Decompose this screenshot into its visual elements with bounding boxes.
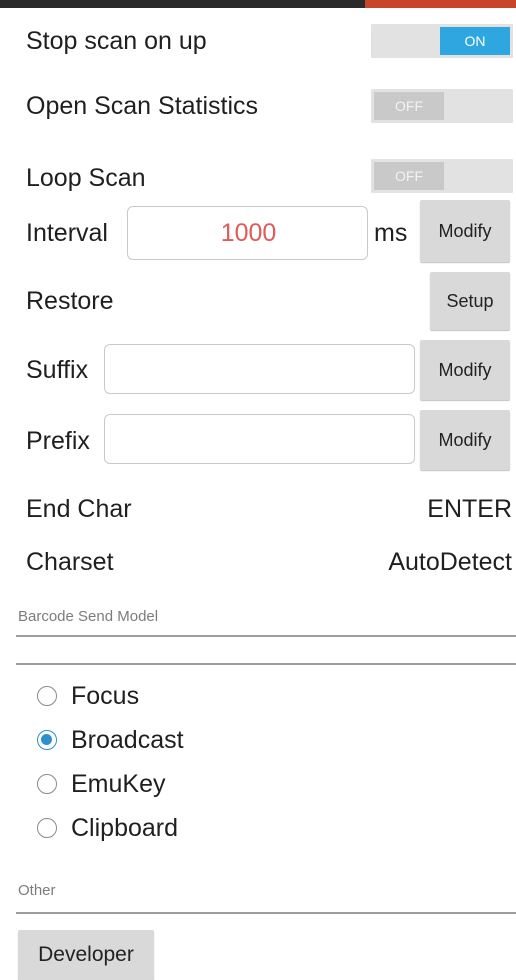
prefix-modify-button[interactable]: Modify (420, 410, 510, 470)
interval-value: 1000 (220, 219, 277, 247)
radio-label: EmuKey (71, 769, 166, 798)
toggle-state: OFF (374, 162, 444, 190)
section-divider (16, 635, 516, 637)
loop-scan-label: Loop Scan (26, 164, 146, 192)
stop-scan-on-up-label: Stop scan on up (26, 27, 207, 55)
toggle-state: ON (440, 27, 510, 55)
suffix-input[interactable] (104, 344, 415, 394)
restore-setup-button[interactable]: Setup (430, 272, 510, 330)
interval-unit: ms (374, 219, 408, 247)
radio-option-emukey[interactable]: EmuKey (37, 762, 437, 806)
toggle-state: OFF (374, 92, 444, 120)
radio-label: Broadcast (71, 725, 184, 754)
section-divider (16, 912, 516, 914)
radio-button[interactable] (37, 686, 57, 706)
open-scan-statistics-label: Open Scan Statistics (26, 92, 259, 120)
open-scan-statistics-toggle[interactable]: OFF (371, 89, 513, 123)
radio-button[interactable] (37, 774, 57, 794)
restore-label: Restore (26, 287, 114, 315)
radio-option-broadcast[interactable]: Broadcast (37, 718, 437, 762)
radio-label: Clipboard (71, 813, 179, 842)
prefix-label: Prefix (26, 427, 90, 455)
radio-option-clipboard[interactable]: Clipboard (37, 806, 437, 850)
radio-option-focus[interactable]: Focus (37, 674, 437, 718)
other-header: Other (18, 882, 56, 899)
interval-modify-button[interactable]: Modify (420, 200, 510, 262)
interval-label: Interval (26, 219, 108, 247)
status-bar-accent (365, 0, 516, 8)
suffix-label: Suffix (26, 356, 89, 384)
radio-button[interactable] (37, 818, 57, 838)
charset-value[interactable]: AutoDetect (388, 547, 512, 577)
developer-button[interactable]: Developer (18, 930, 154, 980)
barcode-send-model-header: Barcode Send Model (18, 608, 159, 625)
end-char-value[interactable]: ENTER (427, 494, 512, 524)
barcode-send-model-radio-group: Focus Broadcast EmuKey Clipboard (37, 674, 437, 850)
loop-scan-toggle[interactable]: OFF (371, 159, 513, 193)
interval-input[interactable]: 1000 (127, 206, 368, 260)
charset-label: Charset (26, 548, 114, 576)
prefix-input[interactable] (104, 414, 415, 464)
radio-label: Focus (71, 681, 140, 710)
stop-scan-on-up-toggle[interactable]: ON (371, 24, 513, 58)
radio-button-selected[interactable] (37, 730, 57, 750)
end-char-label: End Char (26, 495, 132, 523)
suffix-modify-button[interactable]: Modify (420, 340, 510, 400)
radio-group-top-divider (16, 663, 516, 665)
